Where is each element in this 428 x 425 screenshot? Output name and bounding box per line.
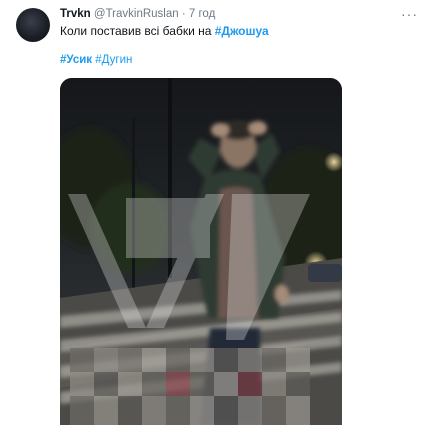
author-name[interactable]: Trvkn <box>60 8 91 20</box>
hashtag-list: #Усик #Дугин <box>60 54 132 66</box>
separator-dot: · <box>181 8 186 20</box>
tweet-text-body: Коли поставив всі бабки на <box>60 24 215 38</box>
tweet-header: Trvkn @TravkinRuslan · 7 год <box>60 8 215 20</box>
photo-image <box>60 78 342 425</box>
hashtag-link[interactable]: #Дугин <box>95 54 132 66</box>
hashtag-link[interactable]: #Усик <box>60 54 92 66</box>
tweet-text: Коли поставив всі бабки на #Джошуа <box>60 24 269 38</box>
avatar[interactable] <box>16 8 50 42</box>
tweet-timestamp[interactable]: 7 год <box>189 8 215 20</box>
author-handle[interactable]: @TravkinRuslan <box>94 8 179 20</box>
tweet[interactable]: Trvkn @TravkinRuslan · 7 год ··· Коли по… <box>0 0 428 425</box>
hashtag-link[interactable]: #Джошуа <box>215 24 269 38</box>
more-icon[interactable]: ··· <box>401 6 418 22</box>
tweet-media-photo[interactable] <box>60 78 342 425</box>
